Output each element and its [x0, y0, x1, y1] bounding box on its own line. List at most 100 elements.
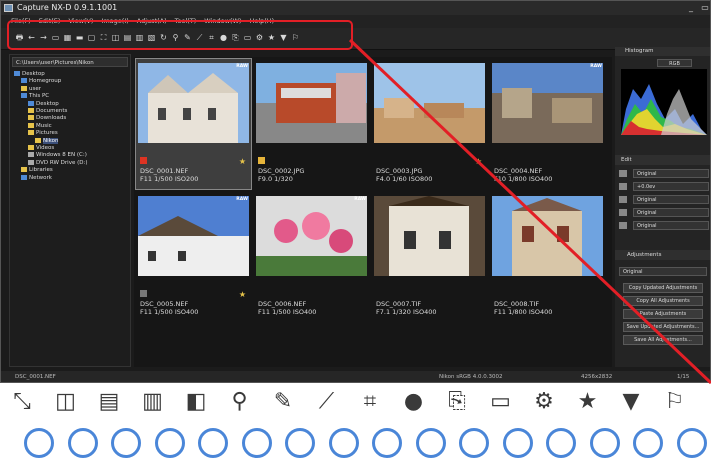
callout-circles: [0, 428, 711, 458]
thumbnail-filename: DSC_0004.NEF: [494, 167, 543, 175]
thumbnail-image: [256, 63, 367, 143]
edit-tool-icon: [619, 209, 627, 216]
thumbnail-cell[interactable]: ★ DSC_0003.JPG F4.0 1/60 ISO800: [372, 59, 487, 189]
folder-icon: [21, 167, 27, 173]
thumbnail-cell[interactable]: RAW DSC_0004.NEF F10 1/800 ISO400: [490, 59, 605, 189]
thumbnail-grid: RAW ★ DSC_0001.NEF F11 1/500 ISO200 DSC_0002…: [134, 57, 612, 367]
folder-icon: [28, 130, 34, 136]
tree-item[interactable]: Network: [14, 174, 87, 182]
thumbnail-cell[interactable]: RAW ★ DSC_0001.NEF F11 1/500 ISO200: [135, 58, 252, 190]
thumbnail-cell[interactable]: DSC_0002.JPG F9.0 1/320: [254, 59, 369, 189]
edit-dropdown[interactable]: Original: [633, 195, 709, 204]
capture-nx-d-window: Capture NX-D 0.9.1.1001 _ ▭ File(F) Edit(…: [0, 0, 711, 383]
adjustment-button[interactable]: Copy Updated Adjustments: [623, 283, 703, 293]
thumbnail-filename: DSC_0005.NEF: [140, 300, 189, 308]
rating-star-icon[interactable]: ★: [239, 157, 246, 166]
edit-header: Edit: [615, 155, 710, 165]
thumbnail-cell[interactable]: DSC_0008.TIF F11 1/800 ISO400: [490, 192, 605, 322]
tree-item[interactable]: Desktop: [14, 100, 87, 108]
tree-item-label: Documents: [36, 108, 68, 115]
zoomed-monitor-icon: ▭: [490, 389, 511, 414]
tree-item[interactable]: Documents: [14, 108, 87, 115]
tree-item[interactable]: Pictures: [14, 130, 87, 137]
callout-circle: [24, 428, 54, 458]
histogram-chart: [621, 69, 707, 135]
thumbnail-image: [138, 196, 249, 276]
tree-item[interactable]: Libraries: [14, 167, 87, 174]
status-bar: DSC_0001.NEF Nikon sRGB 4.0.0.3002 4256x…: [1, 371, 710, 382]
rating-star-icon[interactable]: ★: [239, 290, 246, 299]
app-icon: [4, 4, 13, 12]
thumbnail-image: [138, 63, 249, 143]
tree-item-label: Videos: [36, 145, 55, 152]
tree-item[interactable]: This PC: [14, 93, 87, 100]
zoomed-filter-options-icon: ⚐: [664, 389, 685, 414]
tree-item[interactable]: Nikon: [14, 137, 87, 145]
tree-item-label: Windows 8 EN (C:): [36, 152, 87, 159]
tree-item[interactable]: Desktop: [14, 71, 87, 78]
status-profile: Nikon sRGB 4.0.0.3002: [439, 374, 503, 380]
tree-item[interactable]: Music: [14, 122, 87, 130]
tree-item-label: Downloads: [36, 115, 67, 122]
zoomed-settings-icon: ⚙: [534, 389, 554, 414]
path-field[interactable]: C:\Users\user\Pictures\Nikon: [12, 57, 128, 67]
thumbnail-exif: F9.0 1/320: [258, 175, 293, 183]
window-title: Capture NX-D 0.9.1.1001: [17, 3, 118, 12]
callout-circle: [67, 428, 98, 458]
tree-item[interactable]: DVD RW Drive (D:): [14, 159, 88, 167]
right-panel: Histogram RGB Edit Original +0.0ev Origina…: [615, 47, 710, 367]
status-dimensions: 4256x2832: [581, 374, 613, 380]
zoomed-compare-3-icon: ▤: [98, 389, 120, 414]
zoomed-compare-4-icon: ▥: [142, 389, 163, 414]
status-page: 1/15: [677, 374, 690, 380]
thumbnail-cell[interactable]: RAW ★ DSC_0005.NEF F11 1/500 ISO400: [136, 192, 251, 322]
edit-row: +0.0ev: [619, 182, 709, 191]
thumbnail-cell[interactable]: DSC_0007.TIF F7.1 1/320 ISO400: [372, 192, 487, 322]
tree-item-label: Network: [29, 174, 52, 181]
tree-item[interactable]: Windows 8 EN (C:): [14, 152, 87, 159]
zoomed-crop-icon: ⌗: [363, 389, 377, 414]
folder-icon: [28, 145, 34, 151]
callout-circle: [111, 428, 141, 458]
tree-item-label: Music: [36, 122, 52, 129]
histogram-channel-select[interactable]: RGB: [657, 59, 692, 67]
adjustments-header: Adjustments: [615, 250, 710, 260]
thumbnail-filename: DSC_0006.NEF: [258, 300, 307, 308]
tree-item[interactable]: Downloads: [14, 115, 87, 122]
edit-dropdown[interactable]: Original: [633, 221, 709, 230]
adjustment-button[interactable]: Save Updated Adjustments...: [623, 322, 703, 332]
thumbnail-image: [256, 196, 367, 276]
thumbnail-filename: DSC_0002.JPG: [258, 167, 305, 175]
callout-circle: [415, 428, 446, 458]
thumbnail-exif: F11 1/800 ISO400: [494, 308, 553, 316]
adjustments-select[interactable]: Original: [619, 267, 707, 276]
zoomed-compare-vertical-icon: ⤡: [13, 389, 31, 414]
edit-dropdown[interactable]: Original: [633, 208, 709, 217]
callout-circle: [198, 428, 228, 458]
callout-circle: [676, 428, 707, 458]
thumbnail-filename: DSC_0007.TIF: [376, 300, 422, 308]
drive-icon: [28, 152, 34, 158]
tree-item[interactable]: Videos: [14, 145, 87, 152]
tree-item-label: DVD RW Drive (D:): [36, 159, 88, 166]
thumbnail-cell[interactable]: RAW DSC_0006.NEF F11 1/500 ISO400: [254, 192, 369, 322]
tree-item-label: This PC: [29, 93, 50, 100]
tree-item[interactable]: Homegroup: [14, 78, 87, 85]
minimize-button[interactable]: _: [685, 1, 697, 15]
adjustment-button[interactable]: Save All Adjustments...: [623, 335, 703, 345]
zoomed-picture-control-icon: ●: [403, 389, 424, 414]
toolbar-highlight-box: [7, 20, 353, 50]
edit-row: Original: [619, 221, 709, 230]
edit-dropdown[interactable]: +0.0ev: [633, 182, 709, 191]
thumbnail-exif: F11 1/500 ISO400: [258, 308, 317, 316]
folder-icon: [21, 93, 27, 99]
thumbnail-filename: DSC_0003.JPG: [376, 167, 423, 175]
edit-dropdown[interactable]: Original: [633, 169, 709, 178]
edit-tool-icon: [619, 170, 627, 177]
adjustment-button[interactable]: Paste Adjustments: [623, 309, 703, 319]
tree-item[interactable]: user: [14, 85, 87, 93]
folder-icon: [28, 108, 34, 114]
maximize-button[interactable]: ▭: [699, 1, 710, 15]
adjustment-button[interactable]: Copy All Adjustments: [623, 296, 703, 306]
rating-star-icon[interactable]: ★: [475, 157, 482, 166]
